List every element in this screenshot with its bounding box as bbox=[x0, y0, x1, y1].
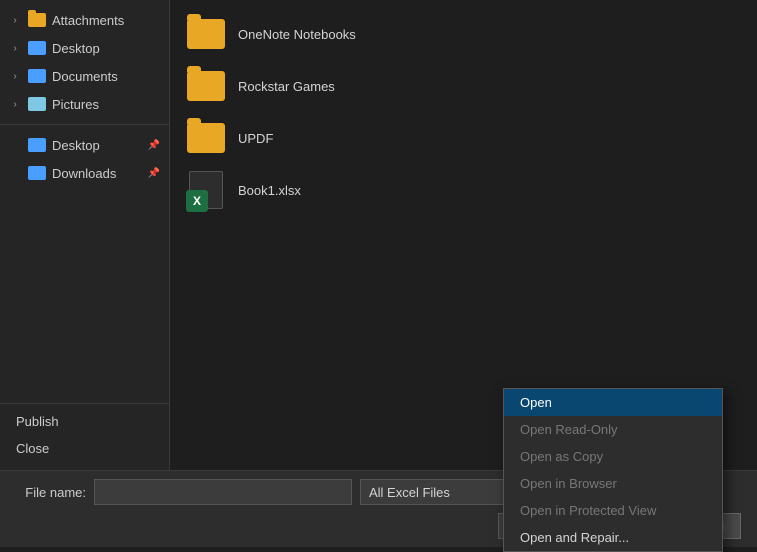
list-item[interactable]: UPDF bbox=[174, 112, 753, 164]
dropdown-item-open[interactable]: Open bbox=[504, 389, 722, 416]
dropdown-item-label: Open bbox=[520, 395, 552, 410]
dropdown-item-label: Open Read-Only bbox=[520, 422, 618, 437]
chevron-icon: › bbox=[8, 41, 22, 55]
downloads-icon bbox=[28, 164, 46, 182]
sidebar-item-label: Attachments bbox=[52, 13, 161, 28]
sidebar-item-label: Downloads bbox=[52, 166, 141, 181]
sidebar-item-desktop-pinned[interactable]: Desktop 📌 bbox=[0, 131, 169, 159]
chevron-icon: › bbox=[8, 69, 22, 83]
list-item[interactable]: X Book1.xlsx bbox=[174, 164, 753, 216]
open-file-dialog: › Attachments › Desktop › bbox=[0, 0, 757, 547]
sidebar-item-desktop-top[interactable]: › Desktop bbox=[0, 34, 169, 62]
excel-file-icon: X bbox=[186, 174, 226, 206]
pictures-icon bbox=[28, 95, 46, 113]
sidebar-item-documents[interactable]: › Documents bbox=[0, 62, 169, 90]
publish-label: Publish bbox=[16, 414, 59, 429]
sidebar-divider bbox=[0, 403, 169, 404]
dropdown-item-label: Open in Browser bbox=[520, 476, 617, 491]
file-name: Rockstar Games bbox=[238, 79, 335, 94]
sidebar-bottom-actions: Publish Close bbox=[0, 391, 169, 470]
dropdown-item-open-readonly[interactable]: Open Read-Only bbox=[504, 416, 722, 443]
sidebar-item-label: Desktop bbox=[52, 41, 161, 56]
sidebar: › Attachments › Desktop › bbox=[0, 0, 170, 470]
sidebar-nav-section: › Attachments › Desktop › bbox=[0, 4, 169, 120]
desktop-icon bbox=[28, 39, 46, 57]
sidebar-item-label: Desktop bbox=[52, 138, 141, 153]
open-dropdown-menu: Open Open Read-Only Open as Copy Open in… bbox=[503, 388, 723, 552]
sidebar-item-pictures[interactable]: › Pictures bbox=[0, 90, 169, 118]
chevron-icon: › bbox=[8, 13, 22, 27]
chevron-icon bbox=[8, 166, 22, 180]
dropdown-item-label: Open in Protected View bbox=[520, 503, 656, 518]
pin-icon: 📌 bbox=[147, 138, 161, 152]
folder-icon bbox=[186, 122, 226, 154]
chevron-icon: › bbox=[8, 97, 22, 111]
desktop-icon bbox=[28, 136, 46, 154]
list-item[interactable]: OneNote Notebooks bbox=[174, 8, 753, 60]
folder-icon bbox=[186, 18, 226, 50]
dropdown-item-label: Open and Repair... bbox=[520, 530, 629, 545]
sidebar-item-attachments[interactable]: › Attachments bbox=[0, 6, 169, 34]
file-name: UPDF bbox=[238, 131, 273, 146]
pin-icon: 📌 bbox=[147, 166, 161, 180]
dropdown-item-open-browser[interactable]: Open in Browser bbox=[504, 470, 722, 497]
chevron-icon bbox=[8, 138, 22, 152]
file-name: Book1.xlsx bbox=[238, 183, 301, 198]
file-name: OneNote Notebooks bbox=[238, 27, 356, 42]
close-action[interactable]: Close bbox=[0, 435, 169, 462]
dropdown-item-label: Open as Copy bbox=[520, 449, 603, 464]
sidebar-item-label: Pictures bbox=[52, 97, 161, 112]
close-label: Close bbox=[16, 441, 49, 456]
docs-icon bbox=[28, 67, 46, 85]
dropdown-item-open-copy[interactable]: Open as Copy bbox=[504, 443, 722, 470]
list-item[interactable]: Rockstar Games bbox=[174, 60, 753, 112]
publish-action[interactable]: Publish bbox=[0, 408, 169, 435]
sidebar-divider bbox=[0, 124, 169, 125]
filename-label: File name: bbox=[16, 485, 86, 500]
filename-input[interactable] bbox=[94, 479, 352, 505]
folder-icon bbox=[186, 70, 226, 102]
sidebar-item-label: Documents bbox=[52, 69, 161, 84]
sidebar-pinned-section: Desktop 📌 Downloads 📌 bbox=[0, 129, 169, 189]
dropdown-item-open-protected[interactable]: Open in Protected View bbox=[504, 497, 722, 524]
folder-icon bbox=[28, 11, 46, 29]
sidebar-item-downloads[interactable]: Downloads 📌 bbox=[0, 159, 169, 187]
